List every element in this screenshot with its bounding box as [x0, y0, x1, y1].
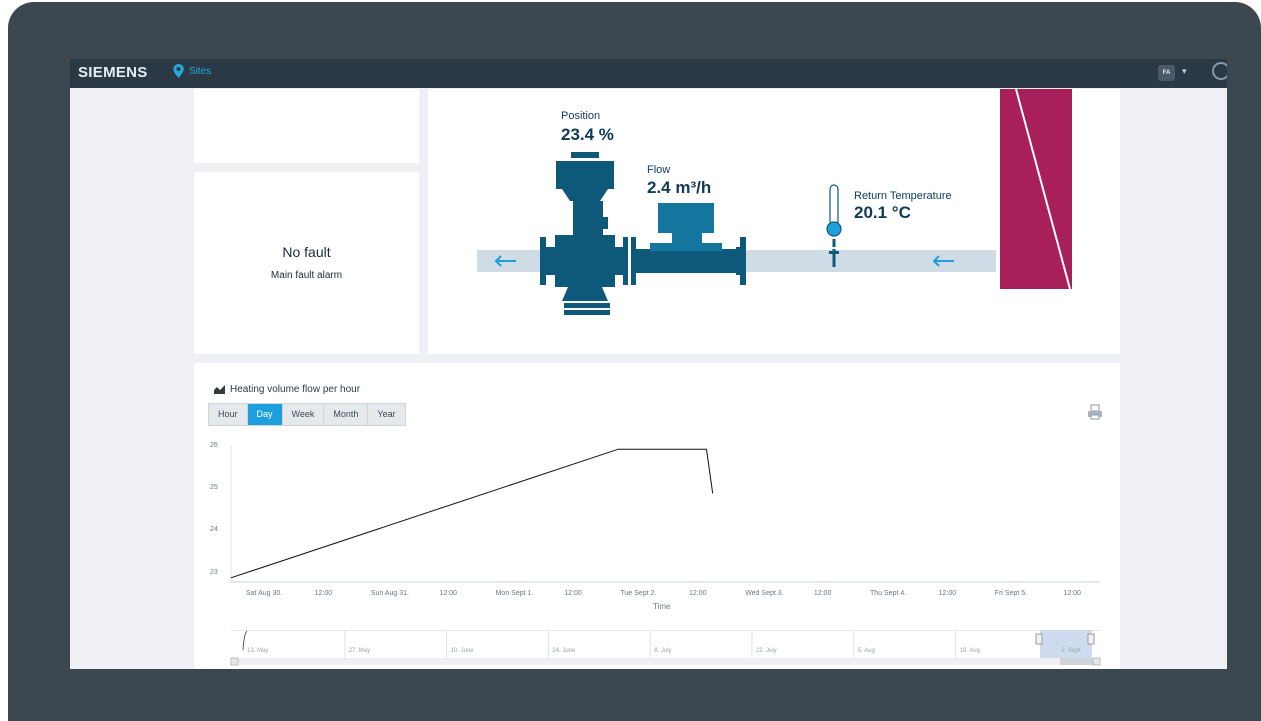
navigator-scrollbar[interactable] [231, 658, 1100, 665]
empty-card [194, 89, 419, 163]
flow-label: Flow [647, 164, 671, 176]
x-tick-label: Wed Sept 3. [745, 590, 784, 597]
fault-card: No fault Main fault alarm [194, 172, 419, 354]
flow-line-chart [230, 445, 1100, 583]
valve-diagram-card: Position 23.4 % Flow 2.4 m³/h Return Tem… [428, 89, 1120, 354]
settings-icon[interactable] [1212, 62, 1227, 80]
x-tick-label: 12:00 [564, 590, 582, 597]
chevron-down-icon[interactable]: ▾ [1182, 66, 1187, 77]
x-tick-label: 12:00 [1063, 590, 1081, 597]
return-temperature-value: 20.1 °C [854, 203, 911, 222]
x-tick-label: 12:00 [938, 590, 957, 597]
siemens-logo: SIEMENS [78, 64, 148, 81]
x-tick-label: 12:00 [689, 590, 707, 597]
flow-value: 2.4 m³/h [647, 178, 712, 197]
x-tick-label: 12:00 [314, 590, 333, 597]
position-value: 23.4 % [561, 125, 614, 144]
position-label: Position [561, 110, 601, 122]
x-tick-label: Fri Sept 5. [994, 590, 1028, 597]
x-tick-label: 12:00 [439, 590, 457, 597]
pipe-right [746, 250, 996, 272]
chart-card: Heating volume flow per hour Hour Day We… [194, 363, 1120, 669]
valve-icon [555, 152, 615, 315]
navigator-tick-label: 22. July [756, 648, 777, 654]
x-tick-label: Tue Sept 2. [620, 590, 657, 597]
x-tick-label: Mon Sept 1. [495, 590, 534, 597]
navigator-tick-label: 13. May [247, 648, 269, 654]
navigator-tick-label: 19. Aug [959, 648, 980, 654]
scroll-right-button[interactable] [1092, 657, 1101, 666]
y-tick-label: 26 [210, 442, 218, 450]
x-tick-label: 12:00 [813, 590, 832, 597]
user-avatar[interactable]: FA [1158, 65, 1175, 81]
valve-diagram [477, 89, 1072, 315]
series-line [230, 448, 714, 579]
x-tick-label: Sat Aug 30. [246, 590, 283, 597]
flow-meter-icon [636, 203, 736, 273]
top-navigation-bar: SIEMENS Sites FA ▾ [70, 59, 1227, 88]
laptop-frame: SIEMENS Sites FA ▾ No fault Main fault a… [8, 2, 1261, 721]
heat-exchanger-icon [1000, 89, 1072, 290]
navigator-tick-label: 10. June [450, 648, 474, 654]
location-pin-icon[interactable] [173, 64, 184, 78]
x-axis-title: Time [653, 602, 671, 611]
y-tick-label: 23 [210, 568, 218, 576]
navigator-tick-label: 5. Aug [857, 648, 875, 654]
navigator-tick-label: 24. June [552, 648, 576, 654]
fault-label: Main fault alarm [270, 270, 343, 281]
fault-status: No fault [282, 244, 331, 260]
app-screen: SIEMENS Sites FA ▾ No fault Main fault a… [70, 59, 1227, 669]
navigator-scrollbar-thumb[interactable] [1060, 658, 1094, 665]
navigator-tick-label: 8. July [654, 648, 672, 654]
sites-link[interactable]: Sites [189, 66, 211, 77]
navigator-tick-label: 27. May [348, 648, 371, 654]
navigator-tick-label: 2. Sept [1061, 648, 1081, 654]
x-tick-label: Sun Aug 31. [370, 590, 409, 597]
return-temperature-label: Return Temperature [854, 190, 952, 202]
scroll-left-button[interactable] [230, 657, 239, 666]
y-tick-label: 25 [210, 484, 218, 492]
navigator-left-handle[interactable] [1035, 633, 1043, 645]
navigator-right-handle[interactable] [1087, 633, 1095, 645]
x-tick-label: Thu Sept 4. [870, 590, 907, 597]
y-tick-label: 24 [210, 526, 218, 534]
